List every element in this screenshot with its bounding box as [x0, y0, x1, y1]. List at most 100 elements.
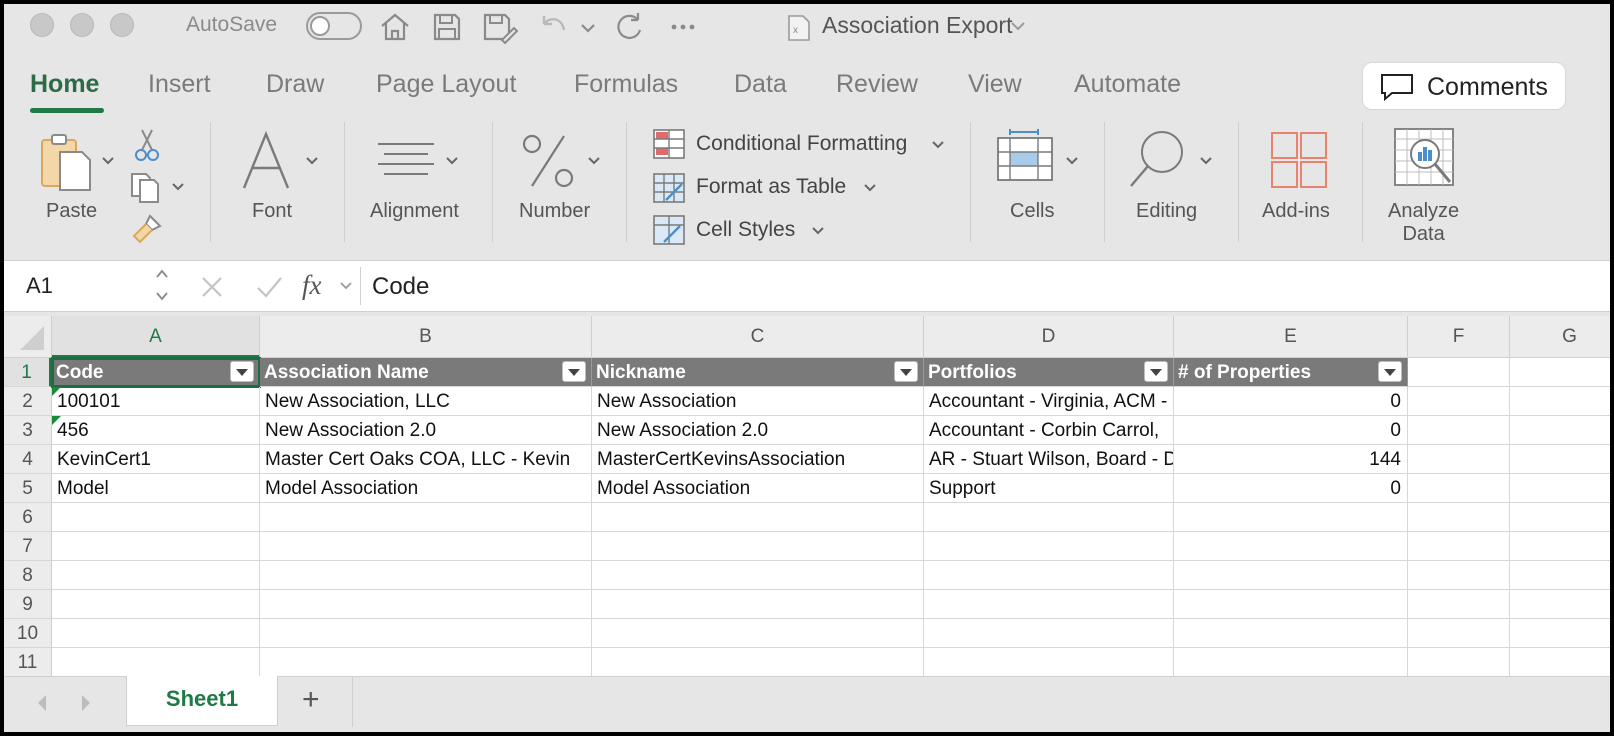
table-cell[interactable]: 144: [1174, 445, 1408, 474]
tab-draw[interactable]: Draw: [266, 70, 324, 99]
row-header-3[interactable]: 3: [4, 416, 52, 445]
empty-cell[interactable]: [1174, 619, 1408, 648]
zoom-window-button[interactable]: [110, 13, 134, 37]
empty-cell[interactable]: [1174, 648, 1408, 677]
table-cell[interactable]: New Association 2.0: [592, 416, 924, 445]
table-cell[interactable]: 0: [1174, 416, 1408, 445]
title-chevron-down-icon[interactable]: [1008, 16, 1028, 36]
cancel-icon[interactable]: [198, 273, 226, 301]
table-header-cell[interactable]: Nickname: [592, 358, 924, 387]
empty-cell[interactable]: [592, 532, 924, 561]
font-icon[interactable]: [240, 130, 294, 192]
empty-cell[interactable]: [1408, 387, 1510, 416]
empty-cell[interactable]: [52, 648, 260, 677]
sheet-tab-sheet1[interactable]: Sheet1: [126, 676, 278, 726]
copy-icon[interactable]: [128, 170, 164, 204]
table-cell[interactable]: 100101: [52, 387, 260, 416]
alignment-icon[interactable]: [376, 140, 436, 180]
row-header-8[interactable]: 8: [4, 561, 52, 590]
empty-cell[interactable]: [1408, 590, 1510, 619]
save-icon[interactable]: [430, 10, 464, 44]
table-header-cell[interactable]: Association Name: [260, 358, 592, 387]
empty-cell[interactable]: [1510, 445, 1610, 474]
error-indicator-icon[interactable]: [52, 416, 61, 425]
paste-icon[interactable]: [38, 132, 98, 194]
empty-cell[interactable]: [1510, 474, 1610, 503]
filter-dropdown-button[interactable]: [1378, 361, 1402, 382]
row-header-6[interactable]: 6: [4, 503, 52, 532]
empty-cell[interactable]: [1408, 503, 1510, 532]
empty-cell[interactable]: [260, 503, 592, 532]
table-cell[interactable]: 0: [1174, 474, 1408, 503]
empty-cell[interactable]: [592, 619, 924, 648]
error-indicator-icon[interactable]: [52, 387, 61, 396]
empty-cell[interactable]: [1510, 416, 1610, 445]
percent-icon[interactable]: [520, 132, 576, 190]
filter-dropdown-button[interactable]: [894, 361, 918, 382]
table-header-cell[interactable]: Code: [51, 357, 261, 388]
column-header-b[interactable]: B: [260, 316, 592, 358]
column-header-g[interactable]: G: [1510, 316, 1610, 358]
home-icon[interactable]: [378, 10, 412, 44]
paste-dropdown-icon[interactable]: [100, 154, 116, 168]
empty-cell[interactable]: [1510, 387, 1610, 416]
formula-input[interactable]: Code: [372, 273, 429, 301]
empty-cell[interactable]: [1510, 619, 1610, 648]
autosave-toggle[interactable]: [306, 12, 362, 40]
row-header-10[interactable]: 10: [4, 619, 52, 648]
empty-cell[interactable]: [1174, 503, 1408, 532]
comments-button[interactable]: Comments: [1362, 62, 1566, 110]
minimize-window-button[interactable]: [70, 13, 94, 37]
empty-cell[interactable]: [592, 503, 924, 532]
font-dropdown-icon[interactable]: [304, 154, 320, 168]
table-cell[interactable]: Model Association: [592, 474, 924, 503]
empty-cell[interactable]: [1408, 474, 1510, 503]
tab-review[interactable]: Review: [836, 70, 918, 99]
empty-cell[interactable]: [260, 561, 592, 590]
empty-cell[interactable]: [260, 619, 592, 648]
add-sheet-button[interactable]: +: [302, 683, 320, 717]
editing-dropdown-icon[interactable]: [1198, 154, 1214, 168]
empty-cell[interactable]: [52, 503, 260, 532]
column-header-a[interactable]: A: [52, 316, 260, 358]
save-as-icon[interactable]: [480, 10, 518, 44]
filter-dropdown-button[interactable]: [562, 361, 586, 382]
tab-home[interactable]: Home: [30, 70, 99, 99]
row-header-5[interactable]: 5: [4, 474, 52, 503]
empty-cell[interactable]: [52, 532, 260, 561]
empty-cell[interactable]: [260, 648, 592, 677]
cells-dropdown-icon[interactable]: [1064, 154, 1080, 168]
column-header-f[interactable]: F: [1408, 316, 1510, 358]
number-dropdown-icon[interactable]: [586, 154, 602, 168]
empty-cell[interactable]: [1408, 648, 1510, 677]
column-header-c[interactable]: C: [592, 316, 924, 358]
empty-cell[interactable]: [1510, 561, 1610, 590]
table-cell[interactable]: Model Association: [260, 474, 592, 503]
tab-automate[interactable]: Automate: [1074, 70, 1181, 99]
empty-cell[interactable]: [1510, 648, 1610, 677]
add-ins-icon[interactable]: [1268, 130, 1330, 190]
empty-cell[interactable]: [924, 648, 1174, 677]
empty-cell[interactable]: [52, 561, 260, 590]
empty-cell[interactable]: [1408, 619, 1510, 648]
empty-cell[interactable]: [924, 590, 1174, 619]
document-title[interactable]: Association Export: [822, 12, 1012, 39]
empty-cell[interactable]: [924, 532, 1174, 561]
empty-cell[interactable]: [924, 561, 1174, 590]
empty-cell[interactable]: [1408, 445, 1510, 474]
filter-dropdown-button[interactable]: [230, 361, 254, 382]
insert-function-icon[interactable]: fx: [302, 270, 322, 301]
table-cell[interactable]: Support: [924, 474, 1174, 503]
name-box-stepper-icon[interactable]: [154, 265, 170, 305]
undo-icon[interactable]: [536, 10, 570, 44]
previous-sheet-icon[interactable]: [32, 691, 52, 715]
search-icon[interactable]: [1128, 128, 1190, 190]
row-header-7[interactable]: 7: [4, 532, 52, 561]
empty-cell[interactable]: [1510, 358, 1610, 387]
empty-cell[interactable]: [592, 648, 924, 677]
empty-cell[interactable]: [1510, 503, 1610, 532]
empty-cell[interactable]: [52, 619, 260, 648]
table-cell[interactable]: New Association 2.0: [260, 416, 592, 445]
alignment-dropdown-icon[interactable]: [444, 154, 460, 168]
table-cell[interactable]: KevinCert1: [52, 445, 260, 474]
